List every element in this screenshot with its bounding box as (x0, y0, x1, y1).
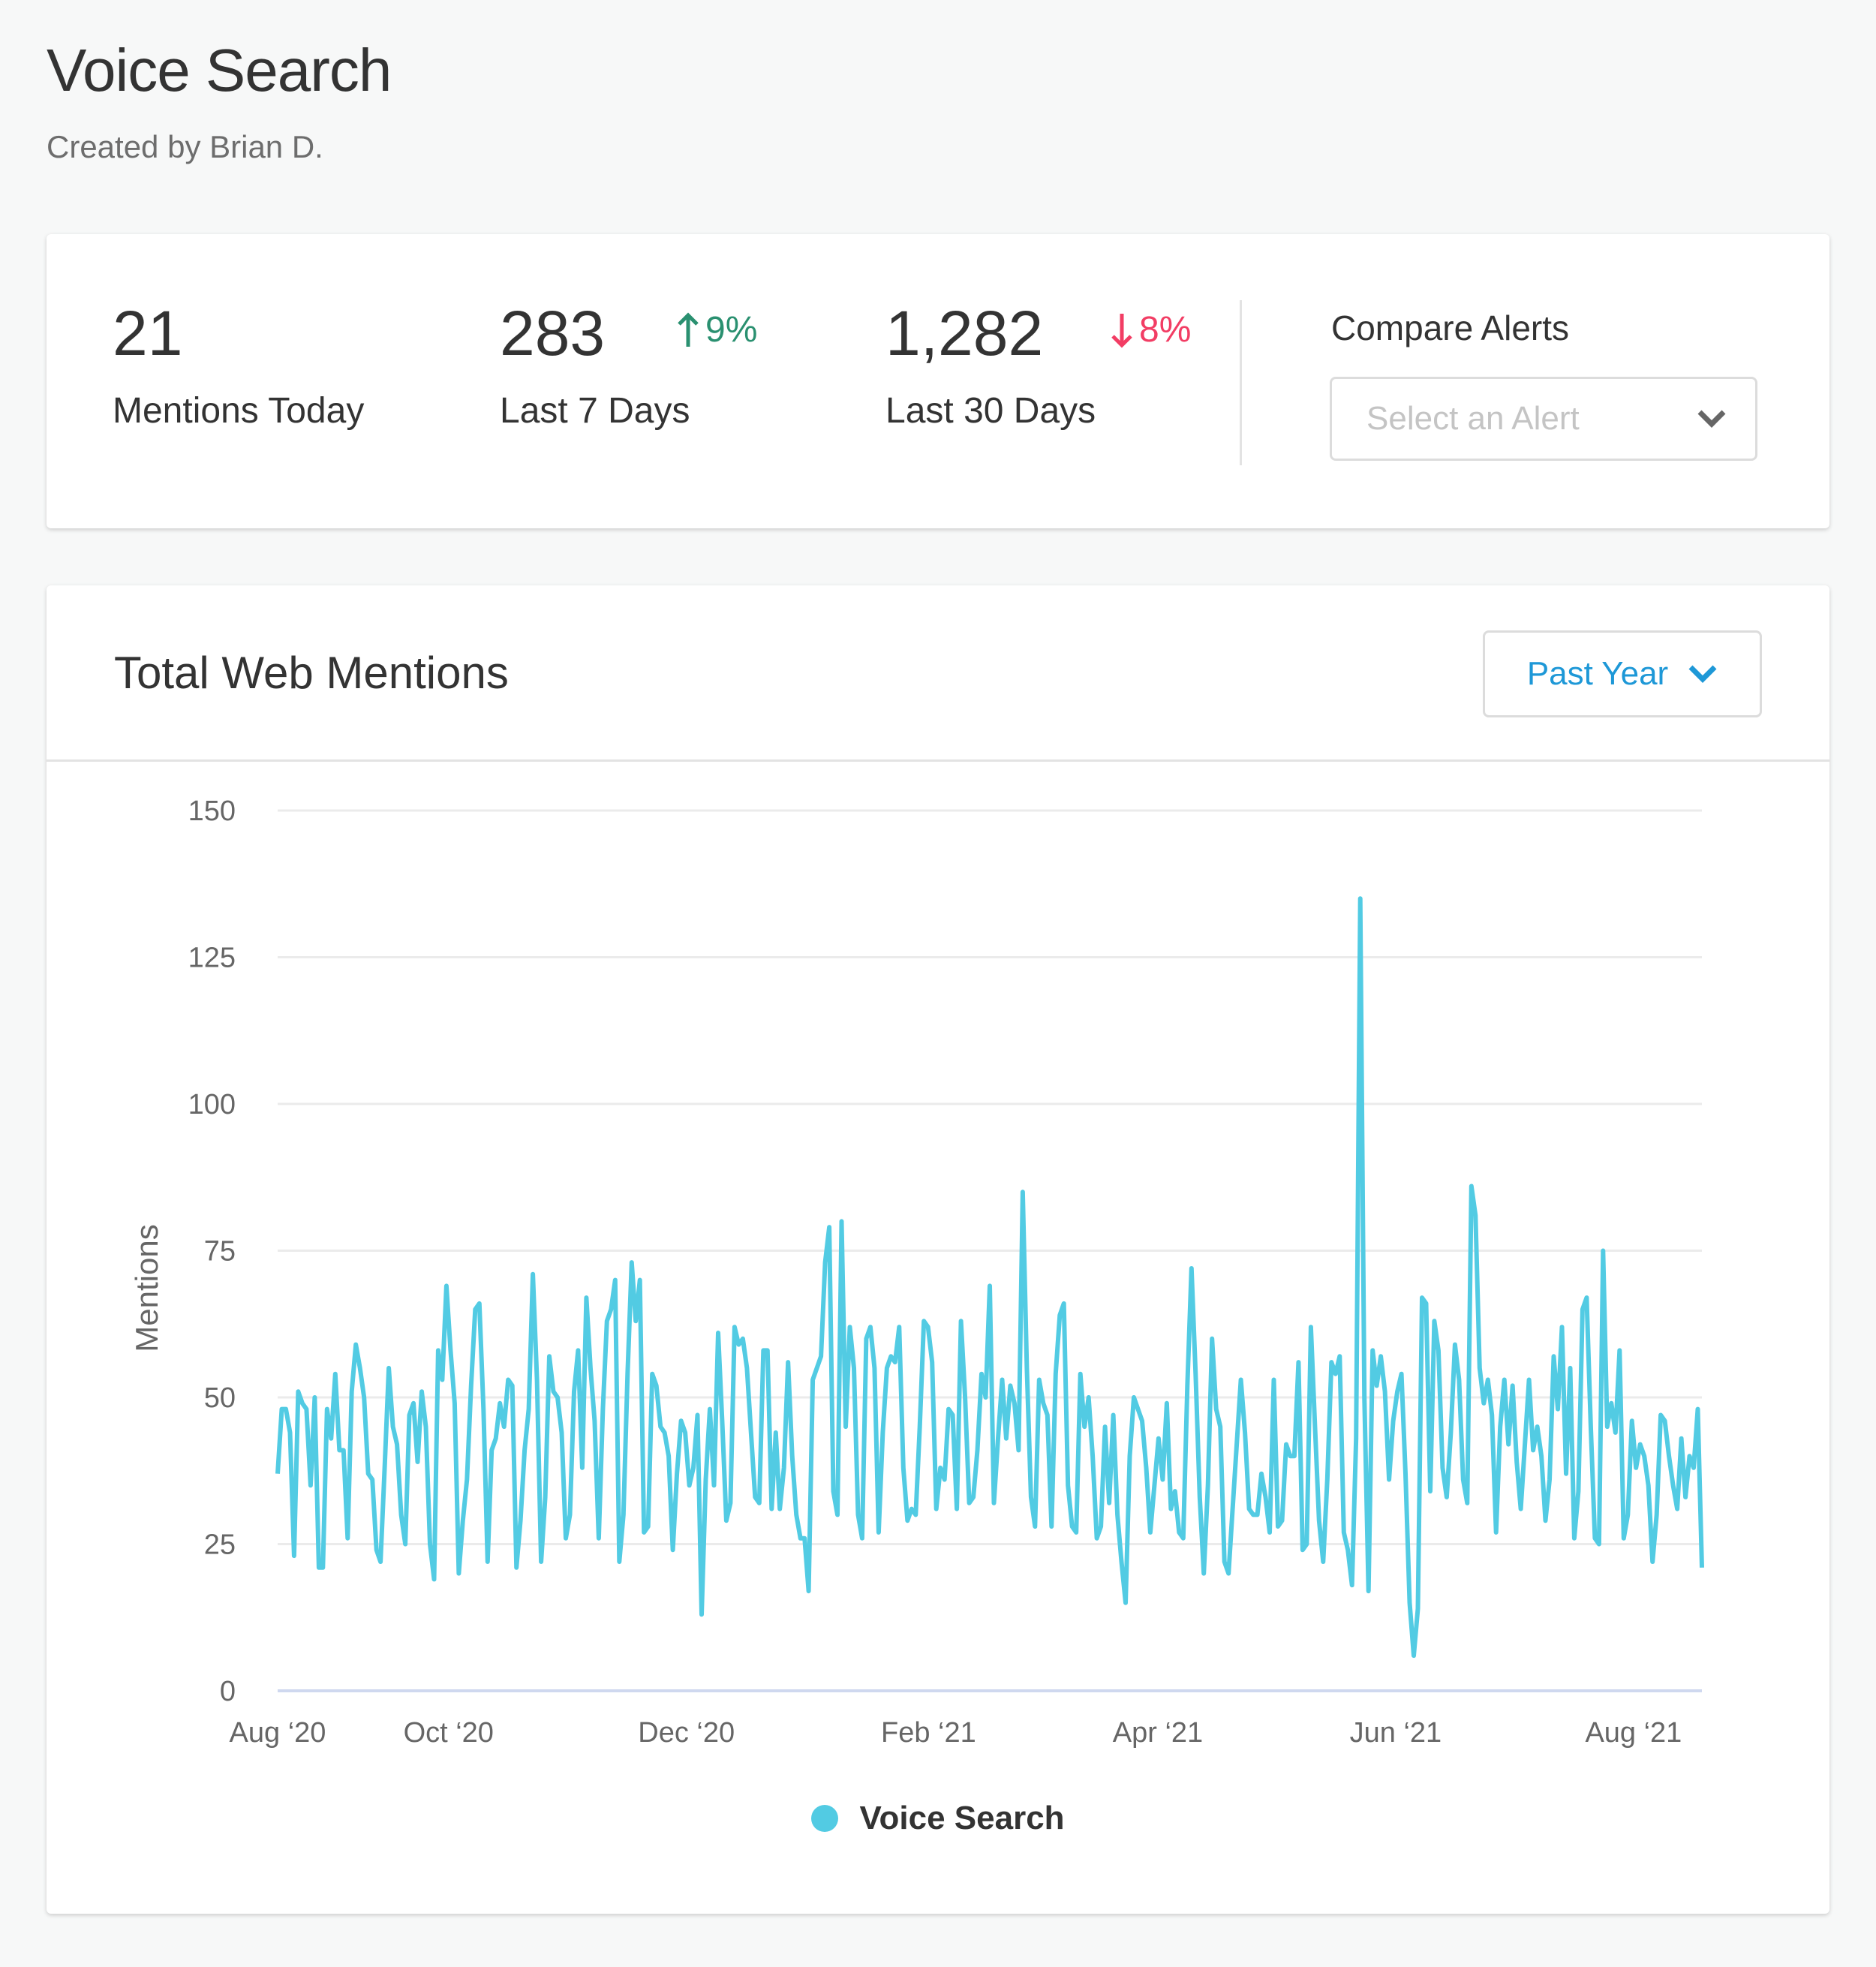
x-tick-label: Aug ‘20 (230, 1717, 326, 1749)
y-axis-label: Mentions (129, 1224, 164, 1352)
delta-badge-down: 8% (1109, 309, 1191, 350)
compare-alerts-label: Compare Alerts (1331, 308, 1570, 347)
x-tick-label: Jun ‘21 (1350, 1717, 1442, 1749)
delta-value: 9% (705, 310, 758, 350)
stat-mentions-today: 21 Mentions Today (113, 302, 364, 432)
series-line-voice-search[interactable] (275, 896, 1704, 1659)
stat-value: 1,282 (885, 298, 1044, 368)
y-tick-label: 125 (188, 943, 236, 974)
stat-label: Last 30 Days (885, 391, 1096, 431)
x-tick-label: Dec ‘20 (638, 1717, 735, 1749)
y-tick-label: 25 (204, 1529, 236, 1561)
delta-badge-up: 9% (675, 309, 757, 350)
y-tick-label: 150 (188, 796, 236, 827)
x-tick-label: Aug ‘21 (1585, 1717, 1682, 1749)
stat-value: 21 (113, 298, 183, 368)
line-chart: 0 25 50 75 100 125 150 Aug ‘20 Oct ‘20 Dec ‘20 Feb… (129, 796, 1704, 1749)
y-tick-label: 50 (204, 1382, 236, 1414)
y-tick-label: 0 (220, 1676, 236, 1707)
stat-label: Last 7 Days (500, 391, 690, 431)
arrow-up-icon (678, 311, 699, 347)
x-tick-label: Apr ‘21 (1113, 1717, 1203, 1749)
delta-value: 8% (1139, 310, 1192, 350)
divider (1240, 300, 1242, 465)
page-title: Voice Search (47, 37, 392, 104)
chevron-down-icon (1697, 410, 1726, 428)
legend-label[interactable]: Voice Search (859, 1800, 1064, 1837)
stat-value: 283 (500, 298, 606, 368)
chart-legend: Voice Search (47, 1800, 1829, 1837)
select-alert-dropdown[interactable]: Select an Alert (1330, 377, 1757, 461)
stat-label: Mentions Today (113, 391, 365, 431)
chart-card: Total Web Mentions Past Year 0 25 50 75 100 1… (47, 585, 1829, 1914)
stat-last-7-days: 283 Last 7 Days (500, 302, 690, 432)
legend-marker (811, 1805, 839, 1832)
stats-card: 21 Mentions Today 283 Last 7 Days 9% 1,2… (47, 234, 1829, 528)
arrow-down-icon (1111, 313, 1132, 348)
y-tick-label: 100 (188, 1089, 236, 1120)
select-alert-placeholder: Select an Alert (1366, 400, 1580, 437)
y-tick-label: 75 (204, 1236, 236, 1268)
x-tick-label: Oct ‘20 (404, 1717, 494, 1749)
page-subtitle: Created by Brian D. (47, 129, 323, 164)
stat-last-30-days: 1,282 Last 30 Days (885, 302, 1096, 432)
x-tick-label: Feb ‘21 (881, 1717, 976, 1749)
